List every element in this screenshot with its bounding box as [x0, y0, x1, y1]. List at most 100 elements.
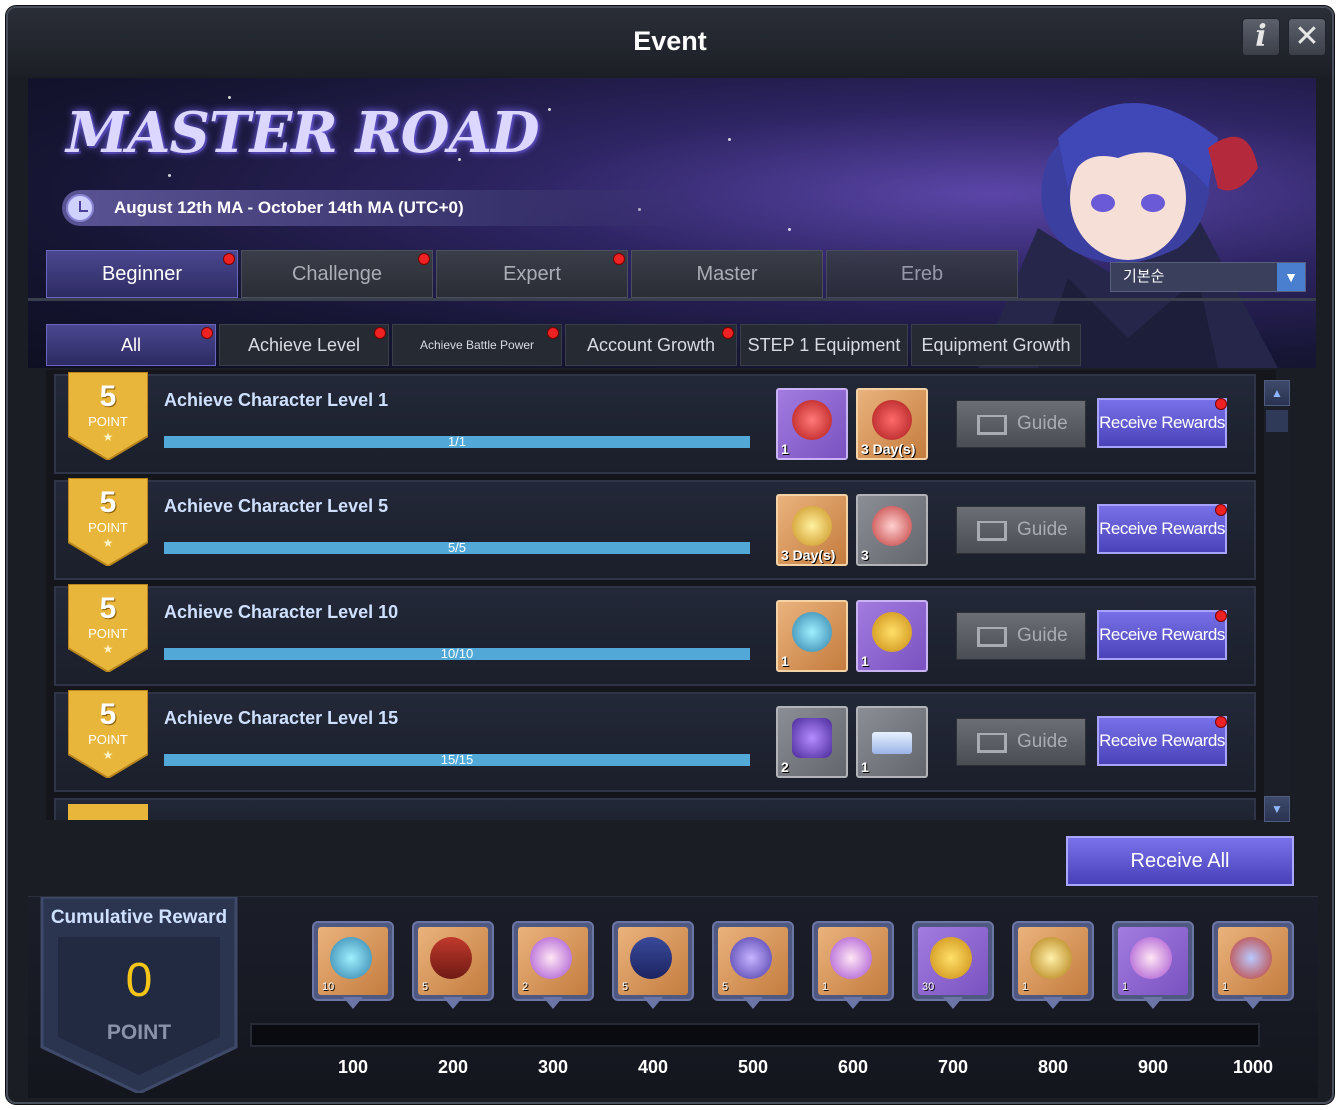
gold-coin-icon: [930, 937, 972, 979]
milestone-pointer: [843, 997, 863, 1009]
subtab-label: Achieve Battle Power: [419, 338, 535, 352]
reward-item[interactable]: 1: [856, 600, 928, 672]
milestone-mark: 300: [537, 1057, 569, 1077]
info-button[interactable]: i: [1242, 18, 1280, 56]
purple-bag-icon: [792, 718, 832, 758]
tab-ereb[interactable]: Ereb: [826, 250, 1018, 298]
guide-label: Guide: [1017, 625, 1068, 646]
milestone-reward[interactable]: 5: [712, 921, 794, 1013]
book-icon: [977, 627, 1007, 647]
subtab-equipment-growth[interactable]: Equipment Growth: [911, 324, 1081, 366]
notification-dot: [418, 253, 430, 265]
milestone-qty: 1: [822, 981, 829, 993]
milestone-reward[interactable]: 10: [312, 921, 394, 1013]
milestone-qty: 5: [722, 981, 729, 993]
milestone-mark: 900: [1137, 1057, 1169, 1077]
milestone-reward[interactable]: 1: [1212, 921, 1294, 1013]
milestone-item: 5: [418, 927, 488, 995]
subtab-all[interactable]: All: [46, 324, 216, 366]
mission-title: Achieve Character Level 5: [164, 496, 389, 516]
reward-item[interactable]: 1: [776, 388, 848, 460]
scroll-up-icon[interactable]: ▲: [1264, 380, 1290, 406]
point-label: POINT: [88, 626, 128, 641]
tab-master[interactable]: Master: [631, 250, 823, 298]
guide-button[interactable]: Guide: [956, 718, 1086, 766]
receive-rewards-button[interactable]: Receive Rewards: [1097, 716, 1227, 766]
mission-row: 5 POINT ★ Achieve Character Level 15 15/15…: [54, 690, 1256, 792]
milestone-reward[interactable]: 1: [1012, 921, 1094, 1013]
master-road-logo: MASTER ROAD: [66, 100, 540, 166]
milestone-box: 1: [1212, 921, 1294, 1001]
card-pack-icon: [1030, 937, 1072, 979]
mission-row: 5 POINT ★ Achieve Character Level 1 1/1 1 …: [54, 372, 1256, 474]
tab-challenge[interactable]: Challenge: [241, 250, 433, 298]
tab-label: Ereb: [900, 263, 944, 285]
tab-label: Challenge: [291, 263, 383, 285]
reward-item[interactable]: 3 Day(s): [856, 388, 928, 460]
milestone-reward[interactable]: 5: [612, 921, 694, 1013]
gold-coin-icon: [872, 612, 912, 652]
guide-button[interactable]: Guide: [956, 506, 1086, 554]
notification-dot: [201, 327, 213, 339]
blue-ticket-icon: [630, 937, 672, 979]
subtab-label: Achieve Level: [247, 335, 361, 355]
cumulative-value: 0: [125, 954, 153, 1007]
milestone-qty: 5: [622, 981, 629, 993]
notification-dot: [1215, 610, 1227, 622]
book-icon: [977, 415, 1007, 435]
milestone-box: 5: [712, 921, 794, 1001]
guide-button[interactable]: Guide: [956, 400, 1086, 448]
reward-item[interactable]: 2: [776, 706, 848, 778]
tab-expert[interactable]: Expert: [436, 250, 628, 298]
mission-scrollbar[interactable]: ▲ ▼: [1264, 380, 1290, 822]
point-label: POINT: [88, 414, 128, 429]
milestone-mark: 1000: [1232, 1057, 1274, 1077]
subtab-achieve-battle-power[interactable]: Achieve Battle Power: [392, 324, 562, 366]
point-badge-text: 5 POINT ★: [68, 584, 148, 672]
reward-item[interactable]: 3: [856, 494, 928, 566]
progress-text: 15/15: [440, 752, 474, 767]
receive-rewards-button[interactable]: Receive Rewards: [1097, 398, 1227, 448]
red-ticket-icon: [430, 937, 472, 979]
milestone-reward[interactable]: 5: [412, 921, 494, 1013]
point-value: 5: [99, 380, 117, 413]
subtab-account-growth[interactable]: Account Growth: [565, 324, 737, 366]
star-icon: ★: [102, 748, 114, 762]
receive-all-button[interactable]: Receive All: [1066, 836, 1294, 886]
red-gem-icon: [792, 400, 832, 440]
point-badge-text: 5 POINT ★: [68, 372, 148, 460]
guide-button[interactable]: Guide: [956, 612, 1086, 660]
mission-row: 5 POINT ★ Achieve Character Level 5 5/5 3 …: [54, 478, 1256, 580]
milestone-mark: 500: [737, 1057, 769, 1077]
receive-label: Receive Rewards: [1099, 731, 1225, 750]
milestone-qty: 1: [1122, 981, 1129, 993]
subtab-step1-equipment[interactable]: STEP 1 Equipment: [740, 324, 908, 366]
scroll-down-icon[interactable]: ▼: [1264, 796, 1290, 822]
costume-icon: [1230, 937, 1272, 979]
receive-rewards-button[interactable]: Receive Rewards: [1097, 504, 1227, 554]
reward-qty: 3 Day(s): [861, 441, 916, 457]
gift-box-icon: [792, 612, 832, 652]
receive-rewards-button[interactable]: Receive Rewards: [1097, 610, 1227, 660]
reward-item[interactable]: 3 Day(s): [776, 494, 848, 566]
close-button[interactable]: ✕: [1288, 18, 1326, 56]
cumulative-progress-bar: [250, 1023, 1260, 1047]
milestone-box: 5: [612, 921, 694, 1001]
tab-beginner[interactable]: Beginner: [46, 250, 238, 298]
subtab-label: STEP 1 Equipment: [747, 335, 901, 355]
milestone-reward[interactable]: 1: [812, 921, 894, 1013]
milestone-pointer: [1243, 997, 1263, 1009]
chevron-down-icon[interactable]: ▼: [1277, 263, 1305, 291]
scroll-thumb[interactable]: [1266, 410, 1288, 432]
reward-item[interactable]: 1: [776, 600, 848, 672]
reward-item[interactable]: 1: [856, 706, 928, 778]
subtab-achieve-level[interactable]: Achieve Level: [219, 324, 389, 366]
tab-label: Master: [696, 263, 758, 285]
notification-dot: [547, 327, 559, 339]
milestone-reward[interactable]: 2: [512, 921, 594, 1013]
milestone-qty: 1: [1222, 981, 1229, 993]
milestone-reward[interactable]: 30: [912, 921, 994, 1013]
sort-dropdown[interactable]: 기본순 ▼: [1110, 262, 1306, 292]
milestone-reward[interactable]: 1: [1112, 921, 1194, 1013]
notification-dot: [374, 327, 386, 339]
